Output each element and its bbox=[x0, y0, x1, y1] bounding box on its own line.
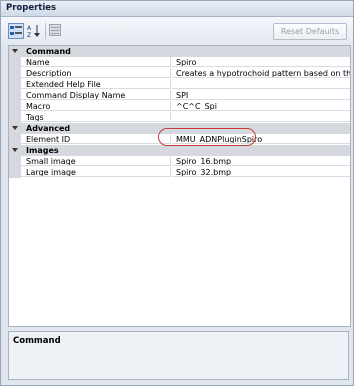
annotation-highlight-ring bbox=[158, 128, 256, 146]
property-row-small-image[interactable]: Small image Spiro_16.bmp bbox=[9, 156, 350, 167]
property-row-tags[interactable]: Tags bbox=[9, 112, 350, 123]
property-value[interactable]: Creates a hypotrochoid pattern based on … bbox=[172, 68, 350, 78]
property-pages-button[interactable] bbox=[48, 23, 64, 39]
row-gutter bbox=[9, 68, 21, 79]
row-gutter bbox=[9, 90, 21, 101]
property-value[interactable]: Spiro_16.bmp bbox=[172, 156, 350, 166]
property-row-macro[interactable]: Macro ^C^C_Spi bbox=[9, 101, 350, 112]
row-gutter bbox=[9, 57, 21, 68]
svg-text:Z: Z bbox=[27, 32, 31, 38]
properties-window: Properties A Z Reset Defaults Command Na… bbox=[0, 0, 354, 386]
category-row-command[interactable]: Command bbox=[9, 46, 350, 57]
category-label: Command bbox=[26, 47, 71, 56]
property-row-description[interactable]: Description Creates a hypotrochoid patte… bbox=[9, 68, 350, 79]
property-pages-icon bbox=[49, 24, 61, 36]
property-name: Tags bbox=[21, 112, 171, 122]
property-row-extended-help-file[interactable]: Extended Help File bbox=[9, 79, 350, 90]
category-row-images[interactable]: Images bbox=[9, 145, 350, 156]
toolbar-separator bbox=[45, 23, 46, 39]
property-name: Element ID bbox=[21, 134, 171, 144]
property-row-command-display-name[interactable]: Command Display Name SPI bbox=[9, 90, 350, 101]
property-name: Name bbox=[21, 57, 171, 67]
row-gutter bbox=[9, 156, 21, 167]
alphabetical-sort-button[interactable]: A Z bbox=[26, 23, 42, 39]
row-gutter bbox=[9, 101, 21, 112]
categorized-view-button[interactable] bbox=[8, 23, 24, 39]
property-grid: Command Name Spiro Description Creates a… bbox=[8, 45, 351, 327]
categorized-view-icon bbox=[10, 26, 22, 35]
property-row-large-image[interactable]: Large image Spiro_32.bmp bbox=[9, 167, 350, 178]
property-row-name[interactable]: Name Spiro bbox=[9, 57, 350, 68]
reset-defaults-button[interactable]: Reset Defaults bbox=[273, 23, 347, 40]
property-value[interactable] bbox=[172, 112, 350, 122]
collapse-triangle-icon[interactable] bbox=[12, 49, 18, 53]
property-value[interactable]: SPI bbox=[172, 90, 350, 100]
property-value[interactable]: Spiro bbox=[172, 57, 350, 67]
row-gutter bbox=[9, 134, 21, 145]
row-gutter bbox=[9, 112, 21, 123]
property-name: Large image bbox=[21, 167, 171, 177]
toolbar: A Z Reset Defaults bbox=[1, 17, 353, 45]
title-bar: Properties bbox=[1, 1, 353, 17]
property-name: Description bbox=[21, 68, 171, 78]
row-gutter bbox=[9, 167, 21, 178]
category-label: Images bbox=[26, 146, 59, 155]
collapse-triangle-icon[interactable] bbox=[12, 148, 18, 152]
property-value[interactable] bbox=[172, 79, 350, 89]
description-title: Command bbox=[13, 336, 61, 346]
window-title: Properties bbox=[6, 3, 57, 13]
category-label: Advanced bbox=[26, 124, 71, 133]
property-value[interactable]: ^C^C_Spi bbox=[172, 101, 350, 111]
property-name: Command Display Name bbox=[21, 90, 171, 100]
description-panel: Command bbox=[8, 331, 349, 380]
property-name: Small image bbox=[21, 156, 171, 166]
property-name: Extended Help File bbox=[21, 79, 171, 89]
row-gutter bbox=[9, 79, 21, 90]
property-name: Macro bbox=[21, 101, 171, 111]
property-value[interactable]: Spiro_32.bmp bbox=[172, 167, 350, 177]
alphabetical-sort-icon: A Z bbox=[27, 25, 40, 38]
collapse-triangle-icon[interactable] bbox=[12, 126, 18, 130]
svg-text:A: A bbox=[27, 25, 32, 32]
